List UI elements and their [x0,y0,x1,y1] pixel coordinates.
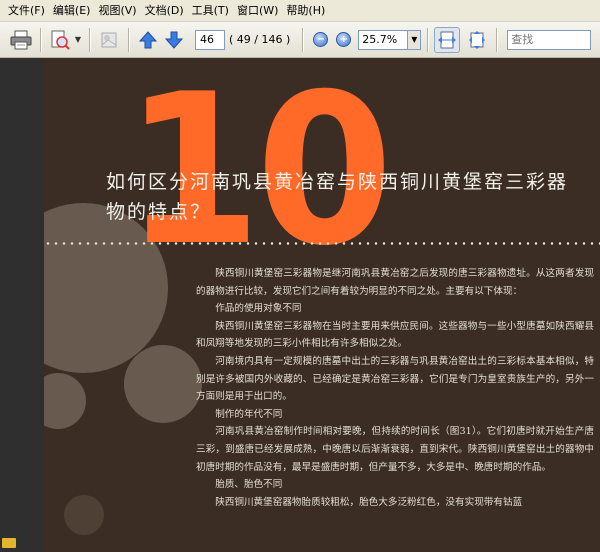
crop-icon [101,32,117,47]
folder-icon[interactable] [2,538,16,548]
next-page-button[interactable] [161,27,187,53]
arrow-up-icon [138,30,158,48]
section-heading: 制作的年代不同 [215,408,283,420]
fit-width-button[interactable] [434,26,461,53]
toolbar-separator [496,27,498,52]
fit-width-icon [438,31,457,48]
page-number-input[interactable] [195,29,225,50]
fit-page-button[interactable] [464,27,490,53]
menu-window[interactable]: 窗口(W) [233,1,282,21]
section-heading: 作品的使用对象不同 [215,303,302,315]
zoom-dropdown[interactable]: ▼ [408,29,422,50]
page-count-label: ( 49 / 146 ) [229,33,291,46]
dotted-divider [44,242,600,245]
body-text: 陕西铜川黄堡窑三彩器物是继河南巩县黄冶窑之后发现的唐三彩器物遗址。从这两者发现的… [196,265,594,511]
arrow-down-icon [164,31,184,49]
previous-page-button[interactable] [135,27,161,53]
menu-help[interactable]: 帮助(H) [282,1,329,21]
toolbar-separator [89,27,90,52]
print-button[interactable] [8,27,34,53]
menu-file[interactable]: 文件(F) [4,1,49,21]
decorative-circle [124,345,202,423]
zoom-out-button[interactable]: − [313,32,329,47]
page-title: 如何区分河南巩县黄冶窑与陕西铜川黄堡窑三彩器物的特点？ [106,171,569,223]
menu-bar: 文件(F) 编辑(E) 视图(V) 文档(D) 工具(T) 窗口(W) 帮助(H… [0,0,600,22]
paragraph: 河南境内具有一定规模的唐墓中出土的三彩器与巩县黄冶窑出土的三彩标本基本相似，特别… [196,355,594,403]
menu-edit[interactable]: 编辑(E) [49,1,95,21]
page-zoom-button[interactable] [47,27,73,53]
page-zoom-icon [51,30,70,50]
printer-icon [10,30,32,49]
zoom-in-icon: + [339,33,348,45]
search-input[interactable] [507,29,592,50]
menu-view[interactable]: 视图(V) [94,1,140,21]
toolbar-separator [427,27,429,52]
document-page: 10 如何区分河南巩县黄冶窑与陕西铜川黄堡窑三彩器物的特点？ 陕西铜川黄堡窑三彩… [44,59,600,552]
paragraph: 陕西铜川黄堡窑三彩器物是继河南巩县黄冶窑之后发现的唐三彩器物遗址。从这两者发现的… [196,268,594,297]
toolbar: ▼ ( 49 / 146 ) − + ▼ [0,22,600,58]
zoom-level-input[interactable] [358,29,409,50]
menu-document[interactable]: 文档(D) [141,1,188,21]
paragraph: 陕西铜川黄堡窑器物胎质较粗松，胎色大多泛粉红色，没有实现带有钴蓝 [215,496,523,508]
zoom-in-button[interactable]: + [336,32,352,47]
decorative-circle [44,373,86,429]
paragraph: 河南巩县黄冶窑制作时间相对要晚，但持续的时间长（图31）。它们初唐时就开始生产唐… [196,426,594,473]
toolbar-separator [302,27,304,52]
zoom-out-icon: − [316,33,325,45]
menu-tools[interactable]: 工具(T) [188,1,233,21]
crop-button[interactable] [96,27,122,53]
page-zoom-dropdown[interactable]: ▼ [73,27,83,53]
section-heading: 胎质、胎色不同 [215,479,283,491]
toolbar-separator [128,27,129,52]
decorative-circle [64,495,104,535]
paragraph: 陕西铜川黄堡窑三彩器物在当时主要用来供应民间。这些器物与一些小型唐墓如陕西耀县和… [196,320,594,350]
fit-page-icon [469,30,486,49]
toolbar-separator [40,27,41,52]
left-navigation-pane [0,59,44,552]
